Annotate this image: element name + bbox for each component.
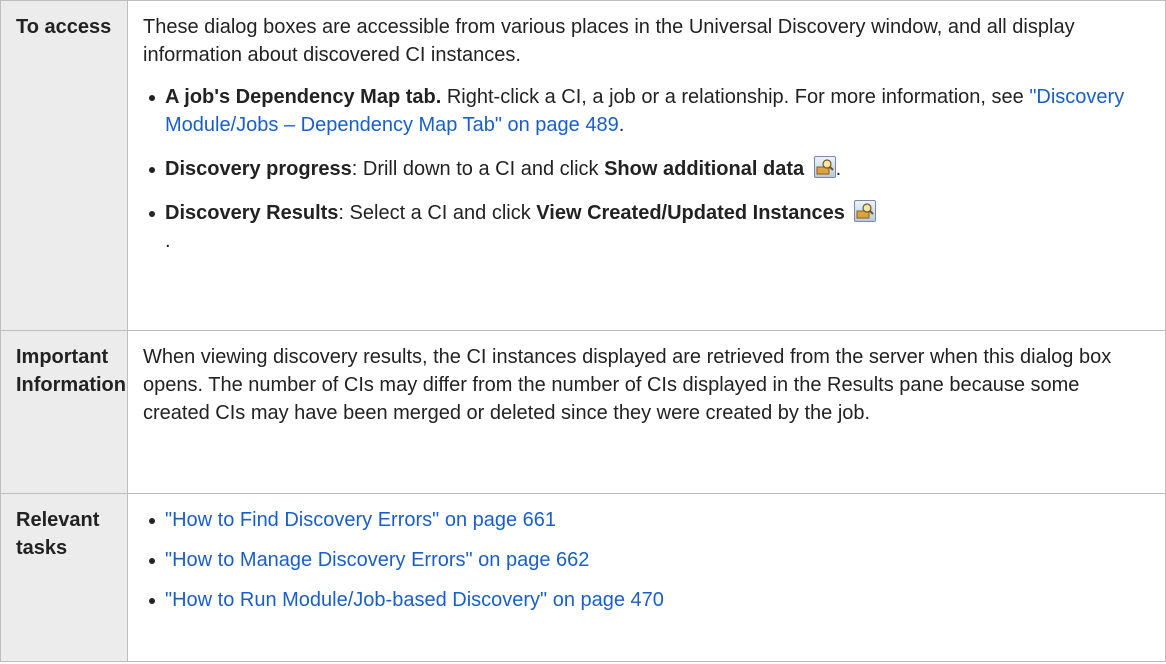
bullet-title: Discovery progress bbox=[165, 158, 352, 180]
list-item-task: "How to Find Discovery Errors" on page 6… bbox=[143, 506, 1145, 534]
row-content-to-access: These dialog boxes are accessible from v… bbox=[127, 0, 1166, 331]
view-instances-icon bbox=[854, 200, 877, 222]
bullet-icon bbox=[149, 518, 155, 524]
bullet-icon bbox=[149, 211, 155, 217]
row-important-information: Important Information When viewing disco… bbox=[0, 330, 1166, 494]
tasks-list: "How to Find Discovery Errors" on page 6… bbox=[143, 506, 1145, 614]
row-to-access: To access These dialog boxes are accessi… bbox=[0, 0, 1166, 331]
bullet-icon bbox=[149, 558, 155, 564]
bullet-icon bbox=[149, 95, 155, 101]
list-item-discovery-results: Discovery Results: Select a CI and click… bbox=[143, 199, 1145, 255]
show-data-icon bbox=[813, 156, 836, 178]
bullet-icon bbox=[149, 598, 155, 604]
link-find-discovery-errors[interactable]: "How to Find Discovery Errors" on page 6… bbox=[165, 509, 556, 531]
bullet-title: Discovery Results bbox=[165, 202, 339, 224]
info-table: To access These dialog boxes are accessi… bbox=[0, 0, 1166, 662]
row-relevant-tasks: Relevant tasks "How to Find Discovery Er… bbox=[0, 493, 1166, 662]
list-item-task: "How to Manage Discovery Errors" on page… bbox=[143, 546, 1145, 574]
list-item-discovery-progress: Discovery progress: Drill down to a CI a… bbox=[143, 155, 1145, 183]
row-label-relevant-tasks: Relevant tasks bbox=[0, 493, 128, 662]
row-label-important-information: Important Information bbox=[0, 330, 128, 494]
access-intro: These dialog boxes are accessible from v… bbox=[143, 16, 1075, 66]
list-item-dependency-map: A job's Dependency Map tab. Right-click … bbox=[143, 83, 1145, 139]
important-text: When viewing discovery results, the CI i… bbox=[143, 346, 1112, 424]
row-label-to-access: To access bbox=[0, 0, 128, 331]
row-content-relevant-tasks: "How to Find Discovery Errors" on page 6… bbox=[127, 493, 1166, 662]
list-item-task: "How to Run Module/Job-based Discovery" … bbox=[143, 586, 1145, 614]
access-list: A job's Dependency Map tab. Right-click … bbox=[143, 83, 1145, 255]
bullet-end: . bbox=[618, 114, 625, 136]
link-manage-discovery-errors[interactable]: "How to Manage Discovery Errors" on page… bbox=[165, 549, 589, 571]
bullet-text: Right-click a CI, a job or a relationshi… bbox=[441, 86, 1030, 108]
bullet-end: . bbox=[165, 230, 171, 252]
bullet-icon bbox=[149, 167, 155, 173]
bullet-text: : Drill down to a CI and click bbox=[351, 158, 605, 180]
bullet-title: A job's Dependency Map tab. bbox=[165, 86, 442, 108]
row-content-important-information: When viewing discovery results, the CI i… bbox=[127, 330, 1166, 494]
bullet-action: View Created/Updated Instances bbox=[536, 202, 845, 224]
bullet-text: : Select a CI and click bbox=[338, 202, 537, 224]
bullet-action: Show additional data bbox=[604, 158, 805, 180]
bullet-end: . bbox=[835, 158, 842, 180]
link-run-module-job-discovery[interactable]: "How to Run Module/Job-based Discovery" … bbox=[165, 589, 664, 611]
